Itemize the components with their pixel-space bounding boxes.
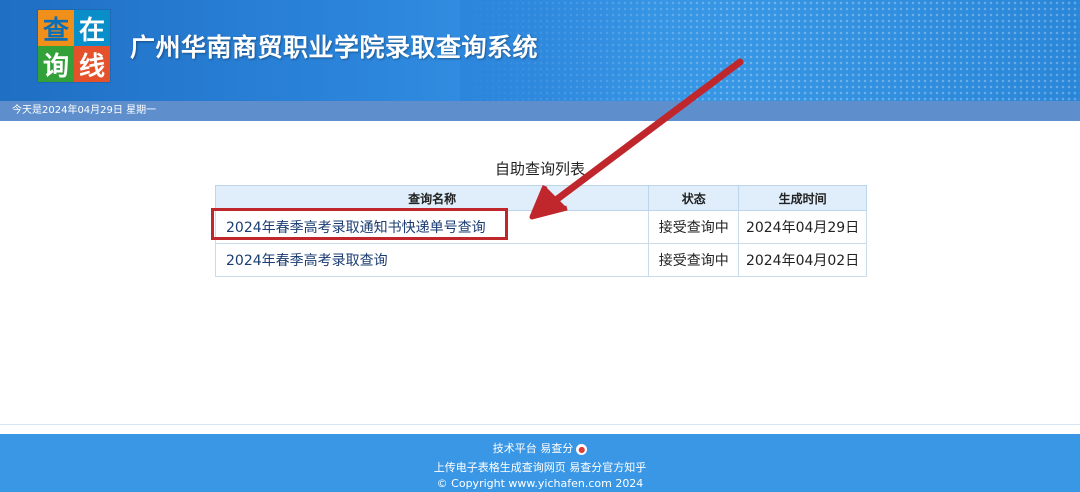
logo-char: 询 [38,46,74,82]
status-cell: 接受查询中 [648,243,740,277]
column-header-name: 查询名称 [214,185,650,211]
column-header-time: 生成时间 [738,185,867,211]
time-cell: 2024年04月29日 [738,210,867,244]
footer-platform-link[interactable]: 技术平台 易查分 [493,442,574,455]
header-banner: 查 在 询 线 广州华南商贸职业学院录取查询系统 [0,0,1080,101]
footer: 技术平台 易查分 ● 上传电子表格生成查询网页 易查分官方知乎 © Copyrig… [0,434,1080,492]
site-logo: 查 在 询 线 [38,10,110,82]
list-title: 自助查询列表 [494,160,585,178]
logo-char: 线 [74,46,110,82]
copyright: © Copyright www.yichafen.com 2024 [436,477,644,490]
date-bar: 今天是2024年04月29日 星期一 [0,101,1080,121]
query-link[interactable]: 2024年春季高考录取通知书快递单号查询 [226,220,486,236]
time-cell: 2024年04月02日 [738,243,867,277]
current-date: 今天是2024年04月29日 星期一 [12,105,157,116]
table-header-row: 查询名称 状态 生成时间 [214,185,867,211]
site-title: 广州华南商贸职业学院录取查询系统 [130,33,539,62]
yichafen-logo-icon: ● [576,443,588,455]
query-link[interactable]: 2024年春季高考录取查询 [226,253,388,269]
query-table: 查询名称 状态 生成时间 2024年春季高考录取通知书快递单号查询 接受查询中 … [214,185,867,277]
status-cell: 接受查询中 [648,210,740,244]
logo-char: 查 [38,10,74,46]
footer-links[interactable]: 上传电子表格生成查询网页 易查分官方知乎 [0,459,1080,475]
column-header-status: 状态 [648,185,740,211]
table-row: 2024年春季高考录取查询 接受查询中 2024年04月02日 [214,243,867,277]
logo-char: 在 [74,10,110,46]
table-row: 2024年春季高考录取通知书快递单号查询 接受查询中 2024年04月29日 [214,210,867,244]
